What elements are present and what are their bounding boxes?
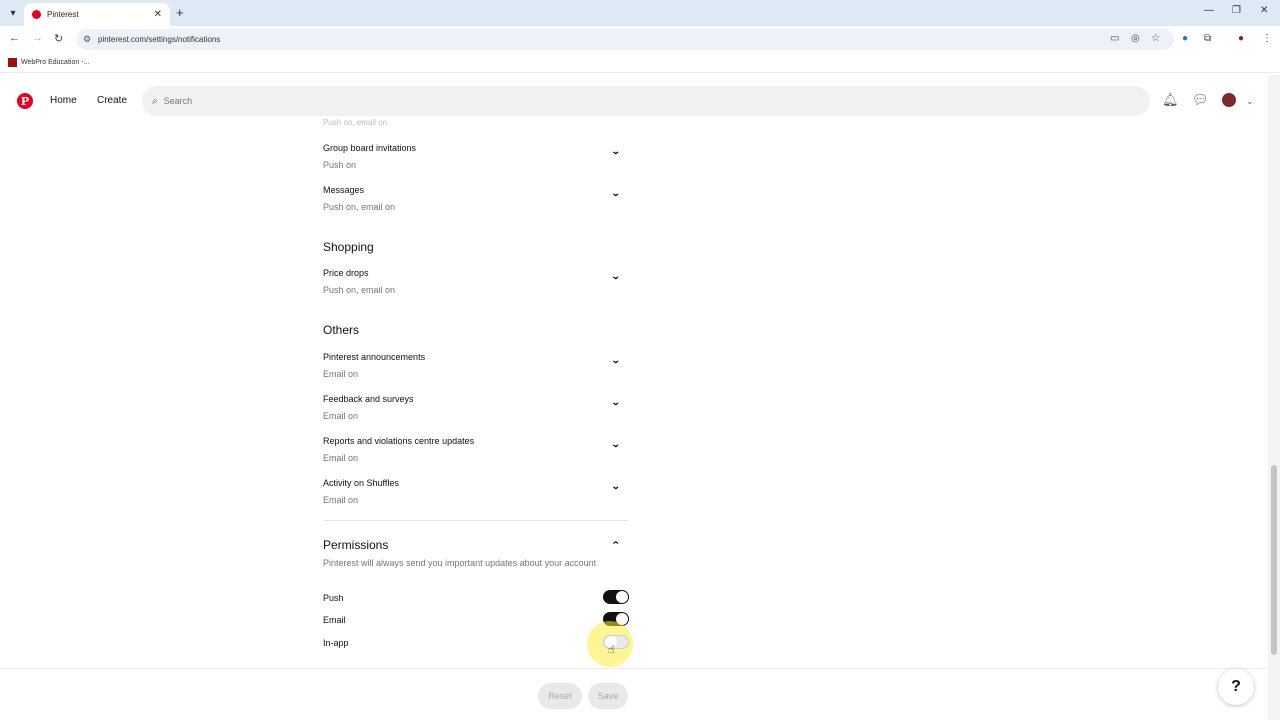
push-toggle[interactable] (603, 590, 629, 604)
email-label: Email (323, 615, 346, 625)
row-title: Messages (323, 185, 365, 195)
permissions-description: Pinterest will always send you important… (323, 558, 597, 568)
push-label: Push (323, 593, 344, 603)
toggle-knob (616, 591, 628, 603)
create-link[interactable]: Create (97, 95, 127, 106)
section-divider (323, 520, 629, 521)
inapp-label: In-app (323, 638, 349, 648)
eye-off-icon[interactable]: ◎ (1131, 33, 1140, 44)
home-link[interactable]: Home (50, 95, 77, 106)
settings-footer (0, 668, 1268, 720)
browser-tab[interactable]: Pinterest ✕ (24, 3, 170, 26)
account-chevron-down-icon[interactable]: ⌄ (1246, 96, 1254, 107)
browser-tab-strip: ▾ Pinterest ✕ + — ❐ ✕ (0, 0, 1280, 26)
notifications-bell-icon[interactable]: 🔔︎ (1162, 92, 1179, 108)
close-window-icon[interactable]: ✕ (1260, 5, 1268, 16)
reload-icon[interactable]: ↻ (54, 32, 63, 45)
row-title: Price drops (323, 268, 369, 278)
row-status: Push on (323, 160, 357, 170)
row-title: Reports and violations centre updates (323, 436, 475, 446)
pointer-cursor-icon: ☝︎ (608, 644, 615, 656)
search-icon: ⌕ (152, 95, 158, 107)
chevron-down-icon[interactable]: ⌄ (611, 271, 621, 282)
row-status: Email on (323, 411, 359, 421)
browser-toolbar: ← → ↻ ⚙ pinterest.com/settings/notificat… (0, 26, 1280, 53)
section-title-others: Others (323, 323, 360, 337)
extension-blue-icon[interactable]: ● (1182, 33, 1188, 44)
scrollbar-thumb[interactable] (1271, 465, 1277, 655)
tab-title: Pinterest (47, 10, 79, 19)
pinterest-favicon-icon (32, 10, 41, 19)
row-status: Email on (323, 369, 359, 379)
close-tab-icon[interactable]: ✕ (154, 9, 162, 20)
chevron-down-icon[interactable]: ⌄ (611, 188, 621, 199)
setting-row-messages[interactable]: Messages Push on, email on (323, 185, 629, 212)
row-status: Push on, email on (323, 202, 396, 212)
pinterest-header: P Home Create ⌕ Search 🔔︎ 💬︎ ⌄ (0, 75, 1268, 127)
restore-icon[interactable]: ❐ (1232, 5, 1241, 16)
setting-row-price-drops[interactable]: Price drops Push on, email on (323, 268, 629, 295)
messages-icon[interactable]: 💬︎ (1192, 92, 1209, 108)
setting-row-shuffles[interactable]: Activity on Shuffles Email on (323, 478, 629, 505)
browser-menu-icon[interactable]: ⋮ (1262, 33, 1272, 44)
row-status: Email on (323, 453, 359, 463)
chevron-down-icon[interactable]: ⌄ (611, 397, 621, 408)
bookmark-star-icon[interactable]: ☆ (1151, 33, 1160, 44)
setting-row-reports[interactable]: Reports and violations centre updates Em… (323, 436, 629, 463)
setting-row-feedback[interactable]: Feedback and surveys Email on (323, 394, 629, 421)
chevron-down-icon[interactable]: ⌄ (611, 146, 621, 157)
avatar[interactable] (1222, 93, 1236, 107)
help-button[interactable]: ? (1218, 669, 1254, 705)
section-title-permissions: Permissions (323, 538, 389, 552)
row-status: Push on, email on (323, 285, 396, 295)
forward-icon[interactable]: → (32, 32, 43, 44)
section-title-shopping: Shopping (323, 240, 374, 254)
search-placeholder: Search (163, 96, 193, 106)
row-title: Group board invitations (323, 143, 417, 153)
bookmark-favicon-icon (8, 58, 17, 67)
reset-button[interactable]: Reset (538, 683, 582, 709)
install-icon[interactable]: ▭ (1110, 33, 1119, 44)
search-input[interactable]: ⌕ Search (142, 86, 1150, 116)
new-tab-icon[interactable]: + (176, 5, 184, 20)
chevron-down-icon[interactable]: ⌄ (611, 439, 621, 450)
row-title: Pinterest announcements (323, 352, 426, 362)
chevron-down-icon[interactable]: ⌄ (611, 481, 621, 492)
tab-search-icon[interactable]: ▾ (6, 6, 20, 20)
site-info-icon[interactable]: ⚙ (83, 34, 91, 45)
address-bar[interactable]: ⚙ pinterest.com/settings/notifications (76, 29, 1174, 50)
inapp-toggle[interactable] (603, 635, 629, 649)
minimize-icon[interactable]: — (1204, 5, 1214, 16)
extensions-puzzle-icon[interactable]: ⧉ (1204, 33, 1211, 44)
bookmark-item[interactable]: WebPro Education -... (21, 59, 89, 66)
setting-row-announcements[interactable]: Pinterest announcements Email on (323, 352, 629, 379)
pinterest-logo-icon[interactable]: P (17, 93, 33, 109)
chevron-down-icon[interactable]: ⌄ (611, 355, 621, 366)
row-title: Feedback and surveys (323, 394, 414, 404)
clipped-status-text: Push on, email on (323, 118, 388, 127)
row-title: Activity on Shuffles (323, 478, 399, 488)
setting-row-group-board[interactable]: Group board invitations Push on (323, 143, 629, 170)
save-button[interactable]: Save (588, 683, 628, 709)
chevron-up-icon[interactable]: ⌃ (611, 540, 621, 551)
url-text: pinterest.com/settings/notifications (98, 35, 221, 44)
profile-avatar-icon[interactable]: ● (1238, 33, 1244, 44)
back-icon[interactable]: ← (9, 32, 20, 44)
row-status: Email on (323, 495, 359, 505)
bookmarks-bar: WebPro Education -... (0, 53, 1280, 73)
